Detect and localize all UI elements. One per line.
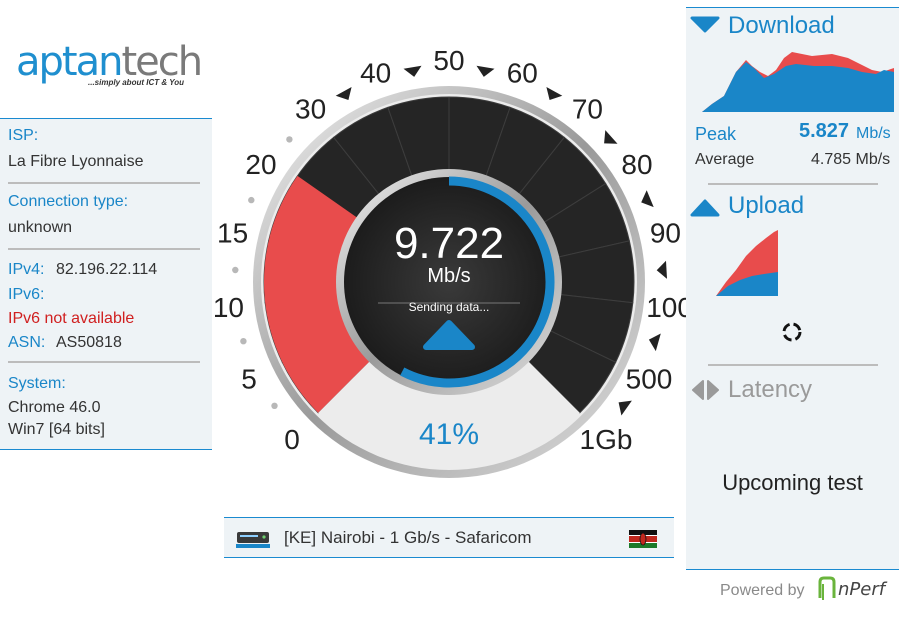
peak-label: Peak — [695, 124, 737, 144]
latency-title: Latency — [728, 376, 813, 403]
gauge-tick-marker — [604, 130, 618, 144]
peak-unit: Mb/s — [856, 125, 891, 142]
server-label: [KE] Nairobi - 1 Gb/s - Safaricom — [284, 528, 532, 547]
gauge-scale-label: 80 — [621, 149, 652, 180]
connection-type-value: unknown — [8, 219, 73, 236]
isp-label: ISP: — [8, 127, 39, 144]
download-title: Download — [728, 12, 835, 39]
upload-graph — [716, 230, 778, 296]
nperf-logo-text: nPerf — [838, 579, 888, 600]
speed-unit: Mb/s — [427, 265, 470, 287]
ipv6-value: IPv6 not available — [8, 310, 135, 327]
gauge-tick-marker — [641, 190, 654, 208]
divider — [8, 361, 200, 363]
ipv6-label: IPv6: — [8, 286, 45, 303]
gauge-tick-marker — [618, 400, 632, 416]
ipv4-label: IPv4: — [8, 261, 45, 278]
gauge-scale-label: 5 — [241, 363, 257, 394]
download-arrow-icon — [690, 16, 720, 33]
gauge-scale-label: 70 — [572, 93, 603, 124]
download-graph — [702, 52, 894, 112]
connection-info-panel: ISP: La Fibre Lyonnaise Connection type:… — [0, 118, 212, 450]
gauge-scale-label: 30 — [295, 93, 326, 124]
asn-label: ASN: — [8, 334, 46, 351]
browser-value: Chrome 46.0 — [8, 399, 101, 416]
gauge-tick-dot — [240, 338, 247, 345]
upload-arrow-icon — [690, 199, 720, 217]
gauge-tick-marker — [546, 87, 563, 100]
gauge-tick-marker — [403, 65, 422, 77]
gauge-scale-label: 50 — [433, 45, 464, 76]
gauge-tick-dot — [286, 136, 293, 143]
gauge-scale-label: 90 — [650, 218, 681, 249]
gauge-scale-label: 1Gb — [580, 424, 633, 455]
server-selector[interactable]: [KE] Nairobi - 1 Gb/s - Safaricom — [224, 517, 674, 558]
gauge-tick-dot — [248, 196, 255, 204]
connection-type-label: Connection type: — [8, 193, 129, 210]
gauge-scale-label: 10 — [213, 292, 244, 323]
ipv4-value: 82.196.22.114 — [56, 261, 158, 278]
speed-value: 9.722 — [394, 219, 504, 268]
status-text: Sending data... — [409, 300, 490, 314]
gauge-tick-marker — [656, 260, 667, 279]
gauge-scale-label: 100 — [646, 292, 686, 323]
asn-value: AS50818 — [56, 334, 122, 351]
average-value: 4.785 Mb/s — [811, 151, 891, 168]
gauge-tick-marker — [476, 65, 495, 77]
results-panel: Download Peak 5.827 Mb/s Average 4.785 M… — [686, 7, 899, 570]
gauge-tick-marker — [648, 333, 661, 352]
average-label: Average — [695, 151, 755, 168]
logo-tagline: ...simply about ICT & You — [88, 78, 185, 87]
divider — [708, 183, 878, 185]
gauge-scale-label: 40 — [360, 58, 391, 89]
gauge-tick-dot — [271, 402, 278, 409]
latency-arrows-icon — [692, 380, 719, 400]
isp-value: La Fibre Lyonnaise — [8, 153, 144, 170]
gauge-tick-dot — [232, 266, 239, 274]
divider — [8, 248, 200, 250]
gauge-scale-label: 0 — [284, 424, 300, 455]
gauge-scale-label: 20 — [245, 149, 276, 180]
speed-gauge: 05 10 15 20 30 40 50 60 70 80 90 100 500 1Gb 9.722 Mb… — [213, 45, 686, 478]
nperf-logo[interactable]: nPerf — [818, 574, 900, 604]
system-label: System: — [8, 375, 66, 392]
gauge-scale-label: 60 — [507, 58, 538, 89]
kenya-flag-icon — [629, 530, 657, 548]
os-value: Win7 [64 bits] — [8, 421, 105, 438]
gauge-scale-label: 15 — [217, 218, 248, 249]
powered-by-label: Powered by — [720, 582, 805, 599]
peak-value: 5.827 — [799, 120, 850, 142]
gauge-scale-label: 500 — [626, 363, 673, 394]
divider — [708, 364, 878, 366]
loading-icon — [782, 322, 802, 342]
upcoming-test-text: Upcoming test — [722, 470, 863, 495]
upload-title: Upload — [728, 192, 805, 219]
server-icon — [236, 532, 270, 548]
progress-percent: 41% — [419, 418, 479, 451]
aptantech-logo: aptantech ...simply about ICT & You — [16, 40, 203, 96]
gauge-tick-marker — [335, 87, 352, 100]
divider — [8, 182, 200, 184]
